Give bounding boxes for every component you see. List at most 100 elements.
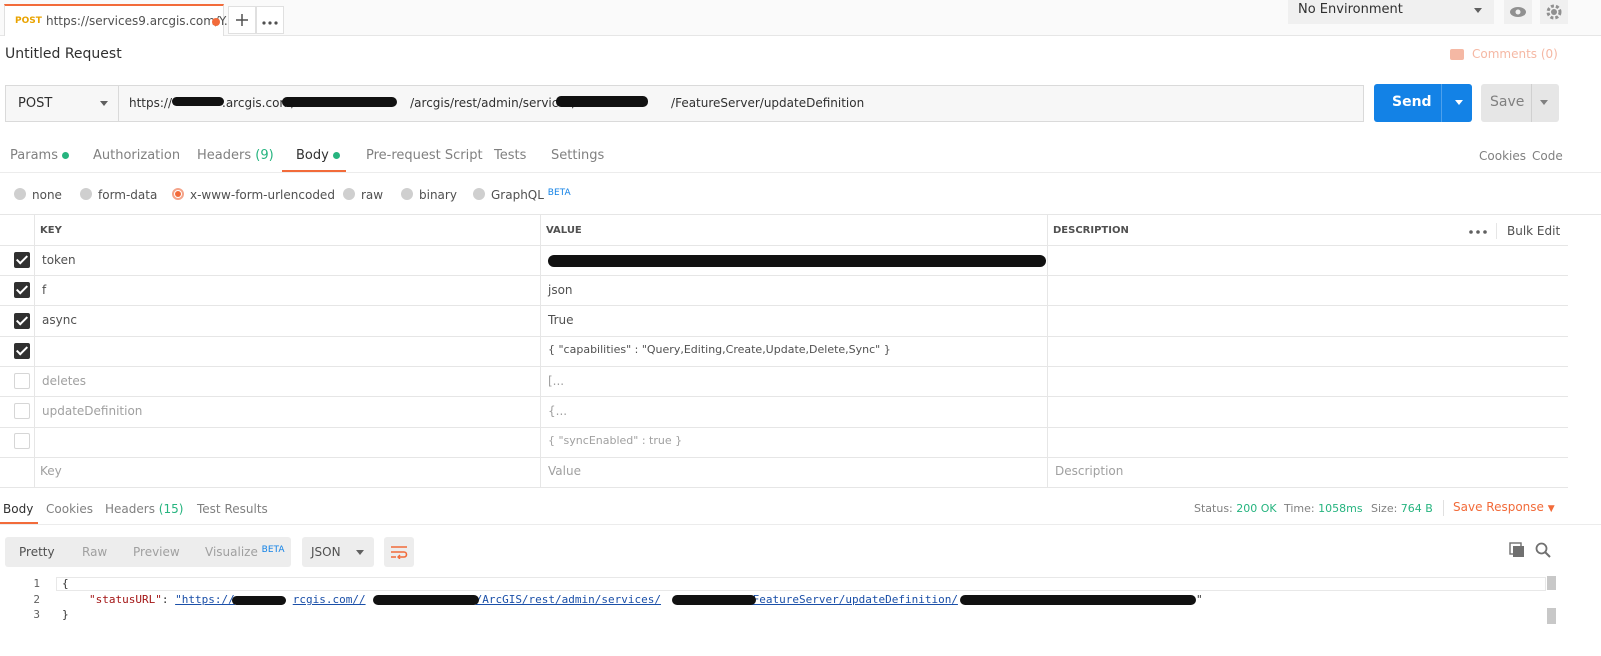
code-line: } xyxy=(62,608,69,621)
param-value[interactable]: json xyxy=(548,283,573,297)
scrollbar-thumb[interactable] xyxy=(1547,576,1556,590)
param-key[interactable]: async xyxy=(42,313,77,327)
radio-raw-label[interactable]: raw xyxy=(361,188,383,202)
param-key[interactable]: token xyxy=(42,253,76,267)
url-part-scheme: https:// xyxy=(129,96,173,110)
param-key[interactable]: updateDefinition xyxy=(42,404,142,418)
tab-headers-label: Headers xyxy=(197,148,252,163)
copy-icon xyxy=(1509,542,1524,557)
row-checkbox[interactable] xyxy=(14,343,30,359)
radio-binary-label[interactable]: binary xyxy=(419,188,457,202)
send-options-chevron-icon[interactable] xyxy=(1455,100,1463,105)
send-button-label: Send xyxy=(1392,94,1432,110)
tab-tests[interactable]: Tests xyxy=(494,148,526,163)
response-tab-headers-label: Headers xyxy=(105,502,155,516)
radio-form-data-label[interactable]: form-data xyxy=(98,188,157,202)
view-visualize-button[interactable]: Visualize BETA xyxy=(205,545,285,559)
tab-body[interactable]: Body xyxy=(296,148,340,163)
url-part-path: /arcgis/rest/admin/services/ xyxy=(410,96,577,110)
divider xyxy=(0,457,1568,458)
radio-binary[interactable] xyxy=(401,188,413,200)
radio-x-www-form-urlencoded[interactable] xyxy=(172,188,184,200)
view-raw-button[interactable]: Raw xyxy=(82,545,107,559)
param-key[interactable]: deletes xyxy=(42,374,86,388)
radio-none-label[interactable]: none xyxy=(32,188,62,202)
row-checkbox[interactable] xyxy=(14,252,30,268)
response-tab-test-results[interactable]: Test Results xyxy=(197,502,268,516)
response-tab-headers[interactable]: Headers (15) xyxy=(105,502,183,516)
radio-raw[interactable] xyxy=(343,188,355,200)
active-line-highlight xyxy=(56,577,1546,591)
code-link[interactable]: Code xyxy=(1532,149,1563,163)
copy-response-button[interactable] xyxy=(1509,542,1525,561)
size-label: Size: xyxy=(1371,502,1398,515)
row-checkbox[interactable] xyxy=(14,403,30,419)
manage-environments-button[interactable] xyxy=(1540,0,1568,24)
param-value[interactable]: True xyxy=(548,313,574,327)
tab-headers[interactable]: Headers (9) xyxy=(197,148,274,163)
tab-params[interactable]: Params xyxy=(10,148,69,163)
divider xyxy=(0,305,1568,306)
cookies-link[interactable]: Cookies xyxy=(1479,149,1526,163)
tab-pre-request-script[interactable]: Pre-request Script xyxy=(366,148,483,163)
view-pretty-button[interactable]: Pretty xyxy=(19,545,55,559)
save-button-label: Save xyxy=(1490,94,1525,110)
method-select[interactable]: POST xyxy=(5,85,119,122)
response-format-select[interactable]: JSON xyxy=(302,537,374,567)
response-body-viewer[interactable]: 1 2 3 { "statusURL": "https:// rcgis.com/… xyxy=(0,574,1560,656)
tab-authorization[interactable]: Authorization xyxy=(93,148,180,163)
json-quote: " xyxy=(1195,593,1203,606)
chevron-down-icon xyxy=(1474,8,1482,13)
view-preview-button[interactable]: Preview xyxy=(133,545,180,559)
beta-badge: BETA xyxy=(261,545,285,555)
environment-select[interactable]: No Environment xyxy=(1288,0,1494,24)
scrollbar-thumb[interactable] xyxy=(1547,608,1556,624)
new-value-input[interactable]: Value xyxy=(548,464,581,478)
new-description-input[interactable]: Description xyxy=(1055,464,1123,478)
comments-link[interactable]: Comments (0) xyxy=(1450,47,1558,61)
save-options-chevron-icon[interactable] xyxy=(1540,100,1548,105)
row-checkbox[interactable] xyxy=(14,282,30,298)
link-part: rcgis.com// xyxy=(292,593,366,606)
bulk-edit-link[interactable]: Bulk Edit xyxy=(1507,224,1560,238)
wrap-line-button[interactable] xyxy=(384,537,414,567)
size-value: 764 B xyxy=(1400,502,1433,515)
param-key[interactable]: f xyxy=(42,283,46,297)
redaction-mark xyxy=(960,595,1196,605)
new-tab-button[interactable] xyxy=(228,6,256,34)
divider xyxy=(0,427,1568,428)
save-button[interactable]: Save xyxy=(1481,84,1559,122)
environment-quick-look-button[interactable] xyxy=(1504,0,1532,24)
row-checkbox[interactable] xyxy=(14,313,30,329)
param-value[interactable]: { "syncEnabled" : true } xyxy=(548,434,682,447)
param-value[interactable]: [... xyxy=(548,374,564,388)
param-value[interactable]: {... xyxy=(548,404,567,418)
column-header-description: DESCRIPTION xyxy=(1053,225,1129,236)
more-tabs-button[interactable] xyxy=(256,6,284,34)
chevron-down-icon xyxy=(356,550,364,555)
column-header-key: KEY xyxy=(40,225,62,236)
tab-settings[interactable]: Settings xyxy=(551,148,604,163)
radio-urlencoded-label[interactable]: x-www-form-urlencoded xyxy=(190,188,335,202)
row-checkbox[interactable] xyxy=(14,373,30,389)
request-tab[interactable]: POST https://services9.arcgis.com/Y... xyxy=(4,4,235,36)
radio-graphql-label[interactable]: GraphQL BETA xyxy=(491,188,571,202)
radio-form-data[interactable] xyxy=(80,188,92,200)
radio-graphql[interactable] xyxy=(473,188,485,200)
radio-none[interactable] xyxy=(14,188,26,200)
param-value[interactable]: { "capabilities" : "Query,Editing,Create… xyxy=(548,343,891,356)
request-name[interactable]: Untitled Request xyxy=(5,46,122,62)
response-tab-body[interactable]: Body xyxy=(3,502,33,516)
beta-badge: BETA xyxy=(547,188,571,198)
search-response-button[interactable] xyxy=(1535,542,1551,561)
divider xyxy=(1441,84,1442,122)
table-options-button[interactable] xyxy=(1469,223,1487,237)
row-checkbox[interactable] xyxy=(14,433,30,449)
response-tab-cookies[interactable]: Cookies xyxy=(46,502,93,516)
params-table: KEY VALUE DESCRIPTION Bulk Edit token f … xyxy=(0,214,1601,488)
send-button[interactable]: Send xyxy=(1374,84,1472,122)
request-tab-bar: POST https://services9.arcgis.com/Y... N… xyxy=(0,0,1601,36)
divider xyxy=(1047,215,1048,488)
save-response-button[interactable]: Save Response ▼ xyxy=(1453,500,1555,514)
new-key-input[interactable]: Key xyxy=(40,464,62,478)
